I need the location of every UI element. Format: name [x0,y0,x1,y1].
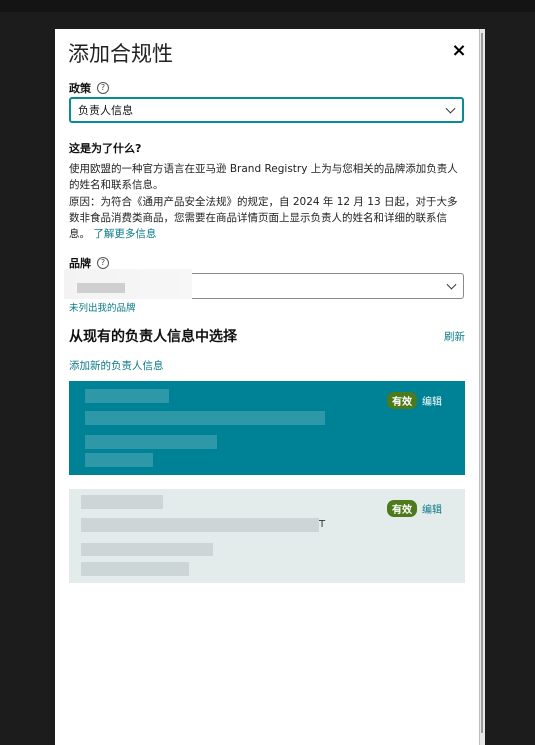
redacted-phone [81,562,189,576]
help-icon[interactable]: ? [97,257,109,269]
contact-card[interactable]: T 有效 编辑 [69,489,465,583]
existing-heading: 从现有的负责人信息中选择 [69,329,237,345]
chevron-down-icon [446,279,457,290]
redacted-name [85,389,169,403]
redacted-email [85,435,217,449]
redacted-address [81,518,319,532]
dialog-title: 添加合规性 [68,42,173,66]
scrollbar-thumb[interactable] [481,33,483,733]
contact-card-selected[interactable]: 有效 编辑 [69,381,465,475]
policy-label-text: 政策 [69,82,91,95]
brand-value-redacted-text [77,283,125,293]
close-icon[interactable]: × [449,41,469,61]
why-description: 使用欧盟的一种官方语言在亚马逊 Brand Registry 上为与您相关的品牌… [69,161,467,242]
add-compliance-dialog: 添加合规性 × 政策 ? 负责人信息 这是为了什么? 使用欧盟的一种官方语言在亚… [55,29,479,745]
status-badge: 有效 [387,392,417,409]
help-icon[interactable]: ? [97,82,109,94]
redacted-name [81,495,163,509]
policy-select[interactable]: 负责人信息 [69,97,464,123]
brand-not-listed-link[interactable]: 未列出我的品牌 [69,300,136,314]
policy-select-value: 负责人信息 [78,104,133,117]
top-bar [0,0,535,12]
edit-link[interactable]: 编辑 [422,501,442,516]
edit-link[interactable]: 编辑 [422,393,442,408]
redacted-phone [85,453,153,467]
status-badge: 有效 [387,500,417,517]
scrollbar[interactable] [479,29,485,745]
learn-more-link[interactable]: 了解更多信息 [93,228,156,240]
redacted-email [81,543,213,556]
refresh-link[interactable]: 刷新 [444,329,465,344]
why-heading: 这是为了什么? [69,142,142,155]
address-fragment: T [319,519,326,530]
chevron-down-icon [445,103,456,114]
redacted-address [85,411,325,425]
add-new-contact-link[interactable]: 添加新的负责人信息 [69,358,164,373]
policy-label: 政策 ? [69,80,109,96]
why-text: 使用欧盟的一种官方语言在亚马逊 Brand Registry 上为与您相关的品牌… [69,163,458,192]
